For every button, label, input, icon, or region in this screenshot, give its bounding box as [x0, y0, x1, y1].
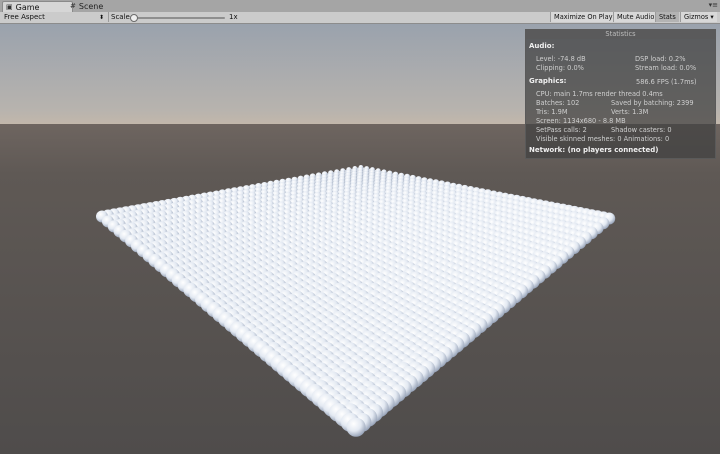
network-status: Network: (no players connected): [529, 146, 659, 154]
shadow-casters-readout: Shadow casters: 0: [611, 126, 672, 134]
setpass-readout: SetPass calls: 2: [536, 126, 587, 134]
tab-scene-label: Scene: [78, 2, 104, 11]
aspect-value: Free Aspect: [4, 13, 45, 21]
mute-audio-button[interactable]: Mute Audio: [613, 12, 658, 22]
batches-readout: Batches: 102: [536, 99, 580, 107]
scene-icon: #: [70, 2, 76, 10]
saved-by-batching: Saved by batching: 2399: [611, 99, 694, 107]
tab-scene[interactable]: # Scene: [67, 1, 109, 12]
game-toolbar: Free Aspect ⬍ Scale 1x Maximize On Play …: [0, 12, 720, 24]
stats-button[interactable]: Stats: [655, 12, 679, 22]
dropdown-arrow-icon: ⬍: [98, 14, 104, 21]
graphics-header: Graphics:: [529, 77, 567, 85]
screen-readout: Screen: 1134x680 - 8.8 MB: [536, 117, 626, 125]
aspect-dropdown[interactable]: Free Aspect ⬍: [2, 12, 109, 22]
game-viewport[interactable]: Statistics Audio: Level: -74.8 dB DSP lo…: [0, 24, 720, 454]
gizmos-arrow-icon: ▾: [710, 13, 714, 21]
verts-readout: Verts: 1.3M: [611, 108, 649, 116]
audio-header: Audio:: [529, 42, 555, 50]
tris-readout: Tris: 1.9M: [536, 108, 568, 116]
audio-level: Level: -74.8 dB: [536, 55, 586, 63]
audio-clipping: Clipping: 0.0%: [536, 64, 584, 72]
window-menu-icon[interactable]: ▾≡: [709, 1, 718, 9]
gizmos-button[interactable]: Gizmos ▾: [680, 12, 717, 22]
scale-value: 1x: [229, 13, 238, 21]
statistics-panel: Statistics Audio: Level: -74.8 dB DSP lo…: [525, 29, 716, 159]
scale-slider-thumb[interactable]: [130, 14, 138, 22]
audio-stream-load: Stream load: 0.0%: [635, 64, 697, 72]
gizmos-label: Gizmos: [684, 13, 709, 21]
fps-readout: 586.6 FPS (1.7ms): [636, 78, 697, 86]
scale-slider-track[interactable]: [133, 17, 225, 19]
maximize-on-play-button[interactable]: Maximize On Play: [550, 12, 616, 22]
sphere: [346, 417, 366, 437]
skinned-meshes-readout: Visible skinned meshes: 0 Animations: 0: [536, 135, 670, 143]
statistics-title: Statistics: [526, 30, 715, 39]
audio-dsp-load: DSP load: 0.2%: [635, 55, 686, 63]
scale-label: Scale: [111, 13, 130, 21]
cpu-readout: CPU: main 1.7ms render thread 0.4ms: [536, 90, 663, 98]
